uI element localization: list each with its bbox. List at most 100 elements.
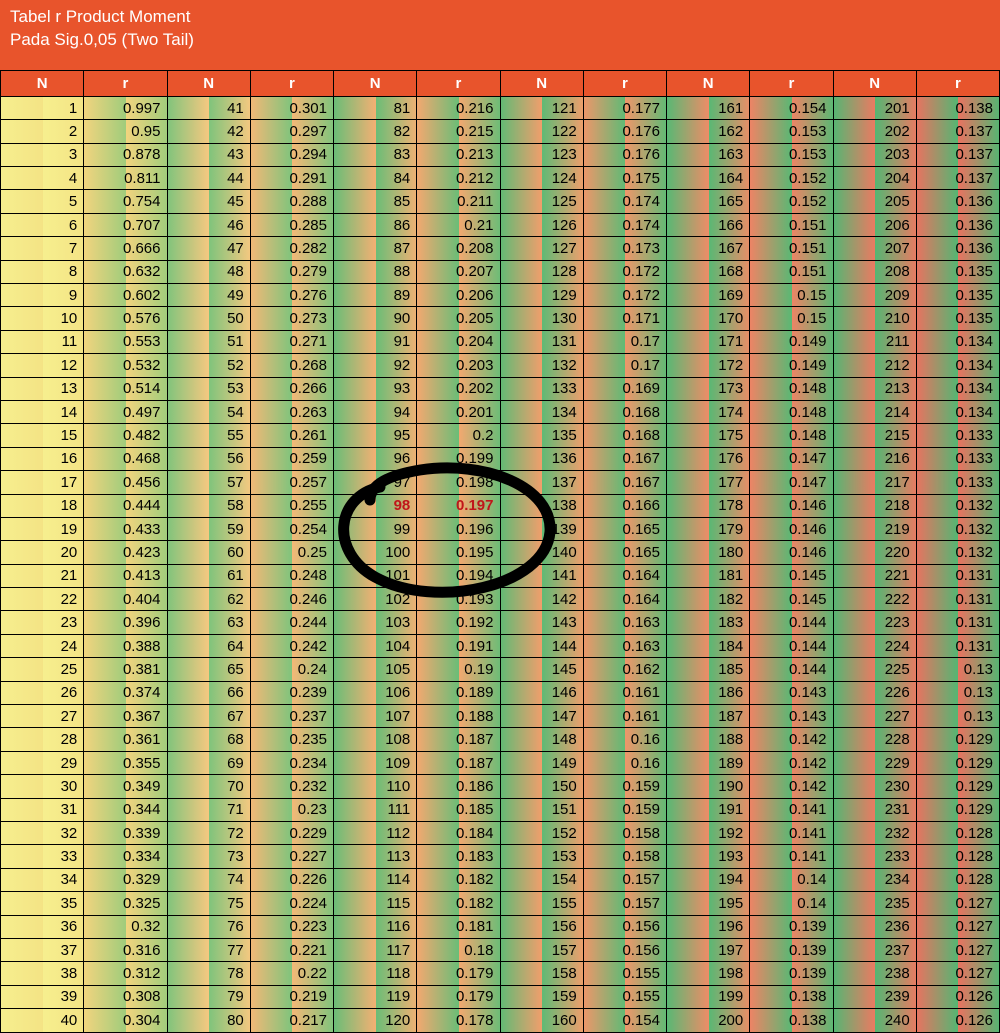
cell-r: 0.14 <box>750 892 833 915</box>
cell-r: 0.133 <box>916 447 999 470</box>
cell-N: 240 <box>833 1009 916 1032</box>
cell-N: 132 <box>500 354 583 377</box>
cell-N: 79 <box>167 985 250 1008</box>
r-product-moment-table: NrNrNrNrNrNr 10.997410.301810.2161210.17… <box>0 70 1000 1033</box>
table-row: 320.339720.2291120.1841520.1581920.14123… <box>1 821 1000 844</box>
cell-r: 0.181 <box>417 915 500 938</box>
cell-r: 0.141 <box>750 845 833 868</box>
cell-N: 22 <box>1 588 84 611</box>
cell-r: 0.197 <box>417 494 500 517</box>
cell-r: 0.194 <box>417 564 500 587</box>
cell-N: 38 <box>1 962 84 985</box>
table-row: 400.304800.2171200.1781600.1542000.13824… <box>1 1009 1000 1032</box>
cell-N: 182 <box>667 588 750 611</box>
table-row: 220.404620.2461020.1931420.1641820.14522… <box>1 588 1000 611</box>
cell-N: 211 <box>833 330 916 353</box>
cell-N: 130 <box>500 307 583 330</box>
cell-r: 0.271 <box>250 330 333 353</box>
cell-r: 0.21 <box>417 213 500 236</box>
cell-N: 42 <box>167 120 250 143</box>
cell-r: 0.288 <box>250 190 333 213</box>
cell-N: 36 <box>1 915 84 938</box>
cell-r: 0.213 <box>417 143 500 166</box>
cell-r: 0.134 <box>916 377 999 400</box>
cell-r: 0.146 <box>750 541 833 564</box>
cell-r: 0.381 <box>84 658 167 681</box>
cell-N: 233 <box>833 845 916 868</box>
table-row: 140.497540.263940.2011340.1681740.148214… <box>1 400 1000 423</box>
table-row: 60.707460.285860.211260.1741660.1512060.… <box>1 213 1000 236</box>
cell-r: 0.161 <box>583 681 666 704</box>
cell-N: 164 <box>667 167 750 190</box>
cell-N: 28 <box>1 728 84 751</box>
table-row: 190.433590.254990.1961390.1651790.146219… <box>1 517 1000 540</box>
cell-N: 187 <box>667 705 750 728</box>
cell-N: 10 <box>1 307 84 330</box>
cell-r: 0.155 <box>583 962 666 985</box>
cell-N: 223 <box>833 611 916 634</box>
cell-N: 137 <box>500 471 583 494</box>
cell-r: 0.151 <box>750 213 833 236</box>
cell-r: 0.433 <box>84 517 167 540</box>
cell-r: 0.423 <box>84 541 167 564</box>
cell-r: 0.167 <box>583 471 666 494</box>
cell-N: 110 <box>334 775 417 798</box>
cell-N: 45 <box>167 190 250 213</box>
cell-r: 0.152 <box>750 167 833 190</box>
cell-r: 0.188 <box>417 705 500 728</box>
cell-N: 109 <box>334 751 417 774</box>
cell-N: 43 <box>167 143 250 166</box>
cell-N: 129 <box>500 284 583 307</box>
cell-r: 0.234 <box>250 751 333 774</box>
cell-N: 121 <box>500 96 583 119</box>
cell-r: 0.878 <box>84 143 167 166</box>
cell-N: 51 <box>167 330 250 353</box>
cell-r: 0.221 <box>250 938 333 961</box>
cell-N: 57 <box>167 471 250 494</box>
cell-N: 235 <box>833 892 916 915</box>
cell-r: 0.159 <box>583 775 666 798</box>
cell-N: 74 <box>167 868 250 891</box>
cell-r: 0.153 <box>750 120 833 143</box>
cell-r: 0.349 <box>84 775 167 798</box>
cell-N: 47 <box>167 237 250 260</box>
cell-N: 97 <box>334 471 417 494</box>
cell-r: 0.161 <box>583 705 666 728</box>
cell-N: 6 <box>1 213 84 236</box>
cell-r: 0.169 <box>583 377 666 400</box>
table-row: 240.388640.2421040.1911440.1631840.14422… <box>1 634 1000 657</box>
cell-N: 207 <box>833 237 916 260</box>
cell-N: 107 <box>334 705 417 728</box>
cell-N: 44 <box>167 167 250 190</box>
cell-N: 188 <box>667 728 750 751</box>
table-row: 100.576500.273900.2051300.1711700.152100… <box>1 307 1000 330</box>
cell-r: 0.127 <box>916 892 999 915</box>
cell-r: 0.24 <box>250 658 333 681</box>
col-header-N: N <box>1 70 84 96</box>
cell-r: 0.171 <box>583 307 666 330</box>
cell-N: 85 <box>334 190 417 213</box>
cell-N: 229 <box>833 751 916 774</box>
cell-N: 152 <box>500 821 583 844</box>
cell-r: 0.255 <box>250 494 333 517</box>
table-row: 160.468560.259960.1991360.1671760.147216… <box>1 447 1000 470</box>
cell-N: 123 <box>500 143 583 166</box>
cell-N: 77 <box>167 938 250 961</box>
cell-r: 0.95 <box>84 120 167 143</box>
cell-r: 0.134 <box>916 330 999 353</box>
cell-r: 0.754 <box>84 190 167 213</box>
cell-N: 111 <box>334 798 417 821</box>
col-header-N: N <box>667 70 750 96</box>
cell-N: 163 <box>667 143 750 166</box>
cell-N: 65 <box>167 658 250 681</box>
cell-N: 202 <box>833 120 916 143</box>
cell-r: 0.226 <box>250 868 333 891</box>
cell-N: 96 <box>334 447 417 470</box>
table-row: 310.344710.231110.1851510.1591910.141231… <box>1 798 1000 821</box>
header-row: NrNrNrNrNrNr <box>1 70 1000 96</box>
cell-N: 172 <box>667 354 750 377</box>
cell-N: 101 <box>334 564 417 587</box>
table-head: NrNrNrNrNrNr <box>1 70 1000 96</box>
cell-r: 0.404 <box>84 588 167 611</box>
cell-r: 0.198 <box>417 471 500 494</box>
